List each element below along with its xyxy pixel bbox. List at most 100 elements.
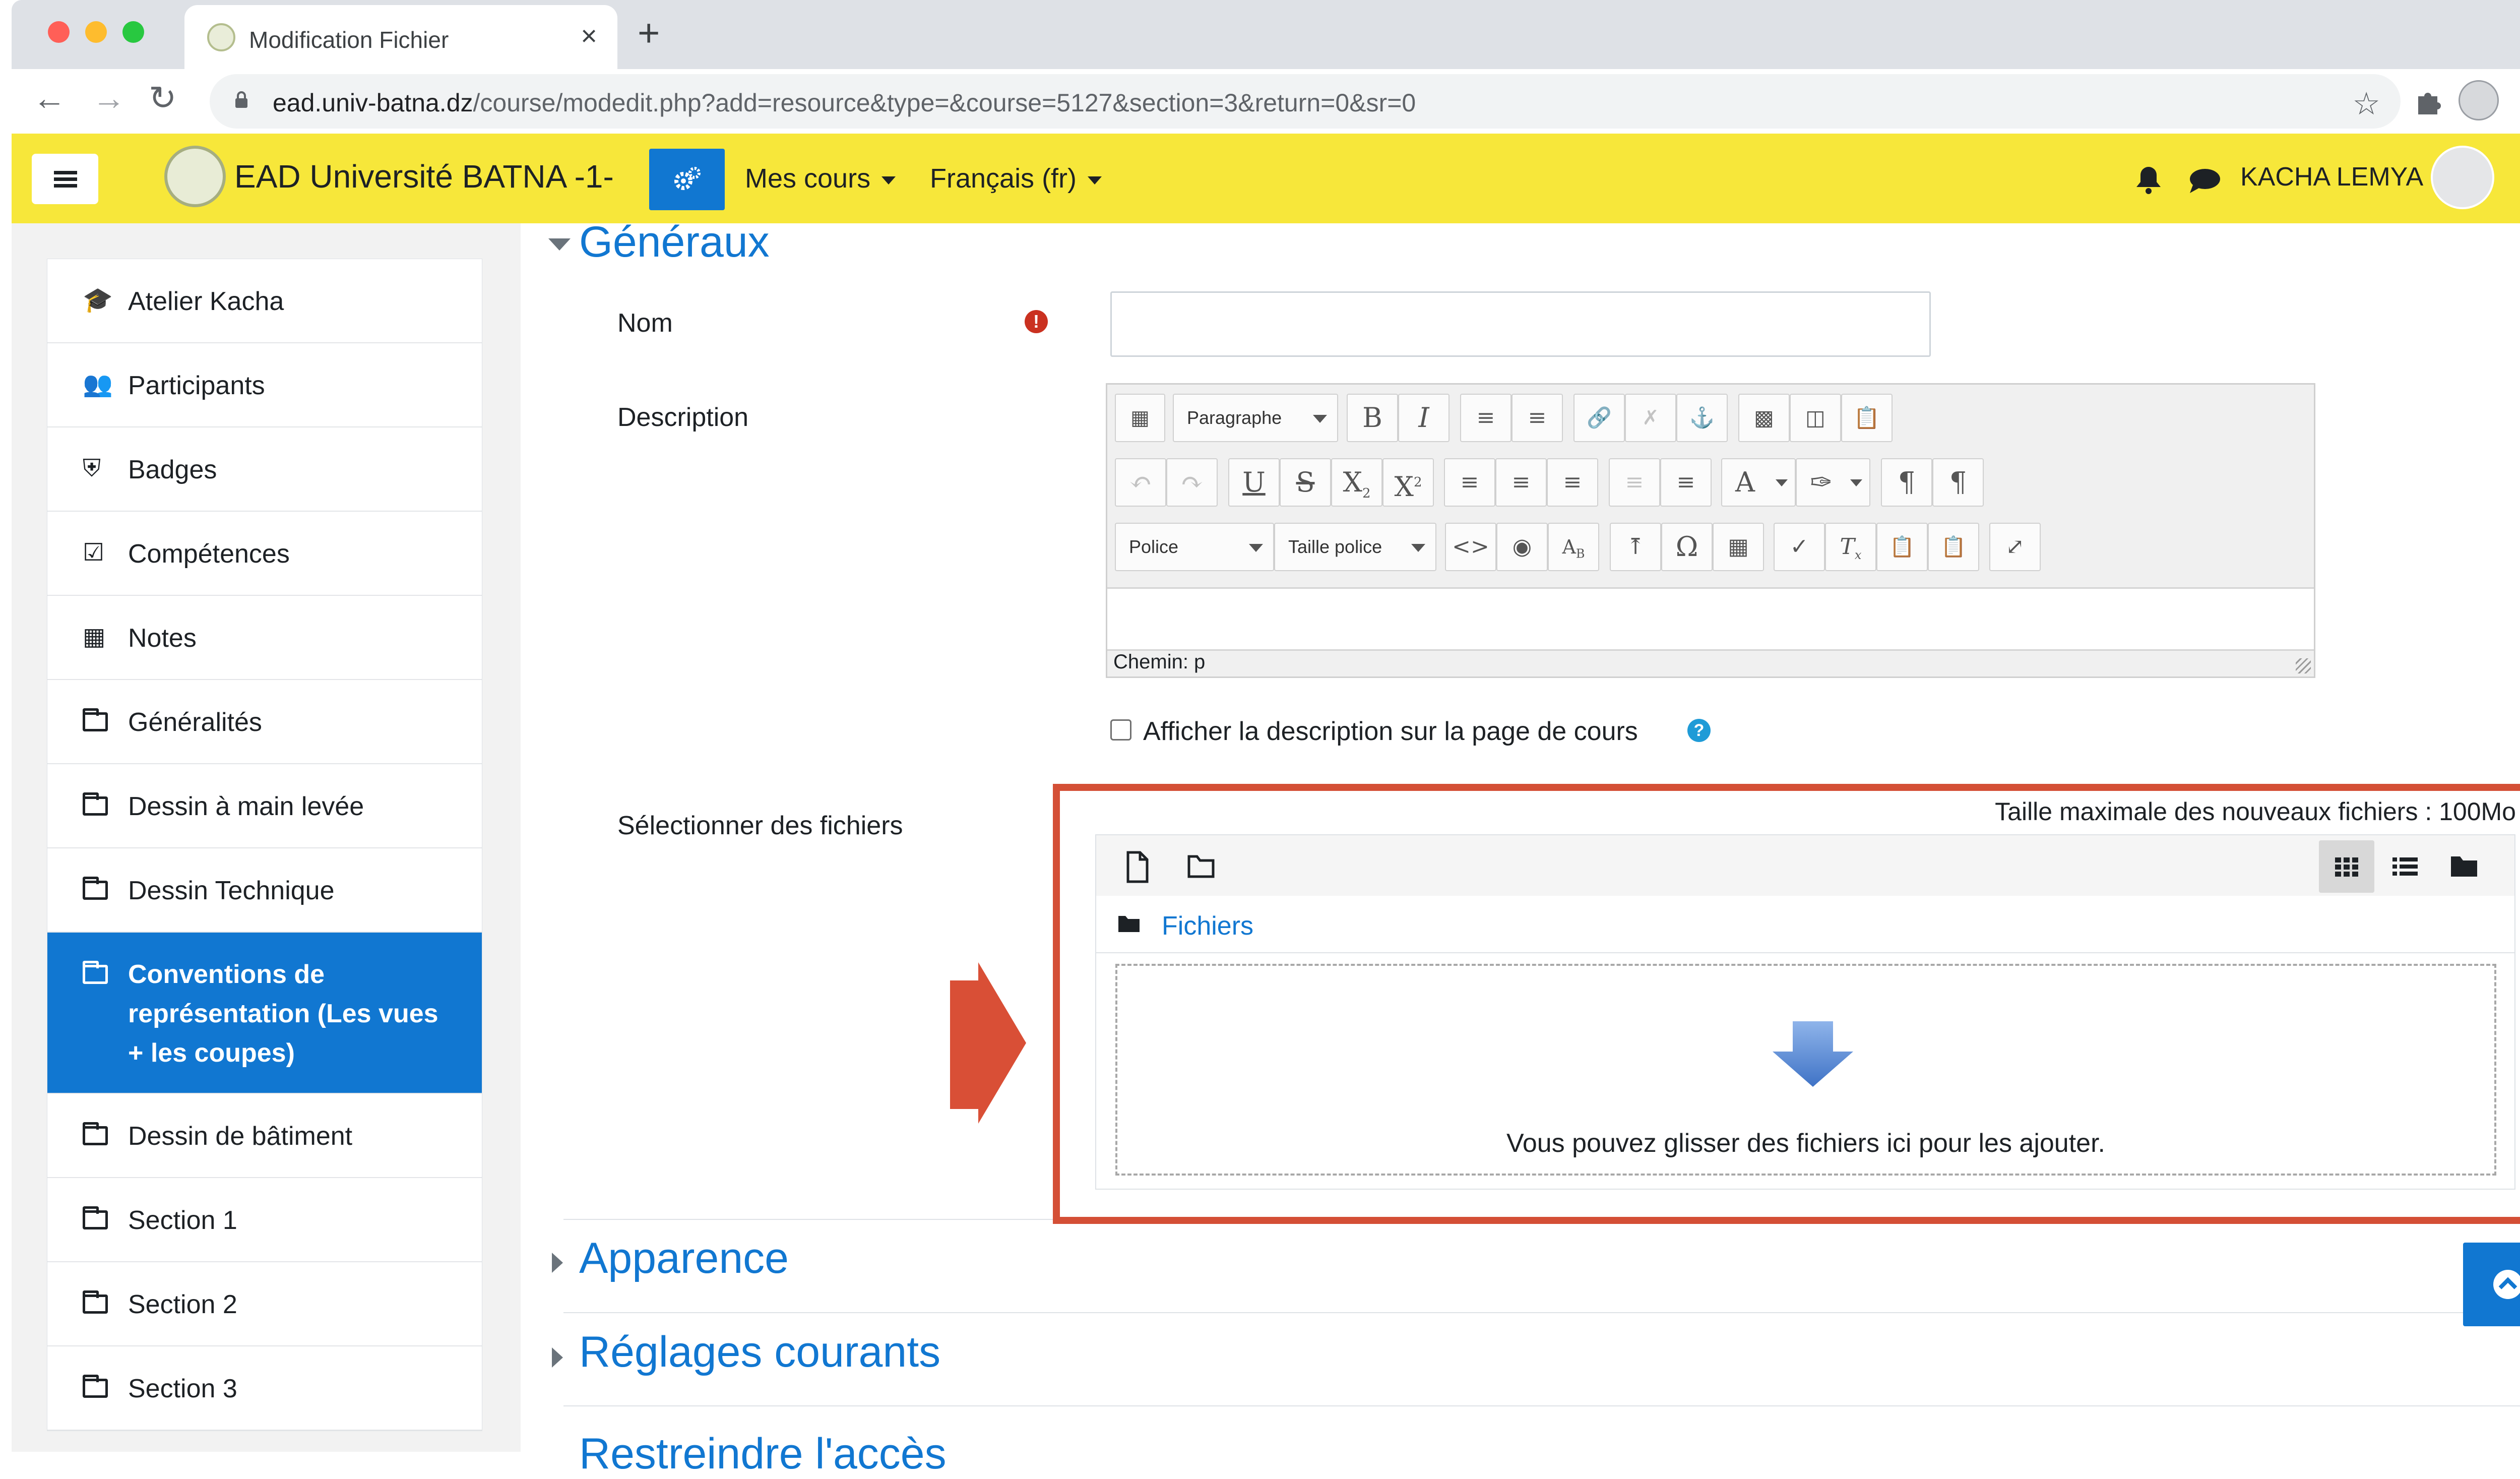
section-common-settings-header[interactable]: Réglages courants — [579, 1327, 940, 1377]
drawer-item-section[interactable]: Généralités — [47, 680, 482, 764]
underline-button[interactable]: U — [1228, 458, 1280, 507]
anchor-button[interactable]: ⚓ — [1676, 394, 1728, 442]
drawer-item-course[interactable]: 🎓 Atelier Kacha — [47, 259, 482, 343]
expand-caret-icon[interactable] — [552, 1347, 563, 1368]
link-button[interactable]: 🔗 — [1573, 394, 1625, 442]
drawer-item-section-active[interactable]: Conventions de représentation (Les vues … — [47, 933, 482, 1094]
view-list-button[interactable] — [2377, 840, 2433, 893]
unlink-button[interactable]: ✗ — [1625, 394, 1676, 442]
manage-files-button[interactable]: 📋 — [1841, 394, 1893, 442]
drawer-item-badges[interactable]: ⛨ Badges — [47, 427, 482, 512]
zoom-window-button[interactable] — [122, 21, 144, 43]
view-icons-button[interactable] — [2319, 840, 2374, 893]
fullscreen-button[interactable]: ⤢ — [1989, 523, 2041, 571]
file-drop-zone[interactable]: Vous pouvez glisser des fichiers ici pou… — [1115, 964, 2496, 1176]
collapse-caret-icon[interactable] — [548, 238, 571, 251]
paste-text-button[interactable]: 📋 — [1876, 523, 1928, 571]
special-character-button[interactable]: Ω — [1661, 523, 1713, 571]
paragraph-format-select[interactable]: Paragraphe — [1173, 394, 1338, 442]
new-tab-button[interactable]: + — [638, 14, 660, 52]
indent-button[interactable]: ≡ — [1660, 458, 1712, 507]
close-window-button[interactable] — [48, 21, 70, 43]
strikethrough-button[interactable]: S — [1280, 458, 1331, 507]
outdent-button[interactable]: ≡ — [1609, 458, 1660, 507]
drawer-item-participants[interactable]: 👥 Participants — [47, 343, 482, 427]
browser-tab[interactable]: Modification Fichier × — [184, 5, 617, 69]
view-tree-button[interactable] — [2436, 840, 2491, 893]
create-folder-button[interactable] — [1173, 840, 1228, 893]
italic-button[interactable]: I — [1398, 394, 1450, 442]
bullet-list-button[interactable]: ≡ — [1460, 394, 1511, 442]
close-tab-icon[interactable]: × — [581, 19, 597, 52]
drawer-item-section[interactable]: Dessin à main levée — [47, 764, 482, 848]
editor-text-area[interactable] — [1107, 587, 2314, 651]
language-menu[interactable]: Français (fr) — [930, 163, 1102, 194]
drawer-item-grades[interactable]: ▦ Notes — [47, 596, 482, 680]
user-avatar[interactable] — [2431, 146, 2494, 209]
reload-icon[interactable]: ↻ — [149, 81, 176, 114]
site-name-link[interactable]: EAD Université BATNA -1- — [234, 158, 614, 195]
insert-button[interactable]: ⤒ — [1610, 523, 1661, 571]
minimize-window-button[interactable] — [85, 21, 107, 43]
align-right-button[interactable]: ≡ — [1547, 458, 1598, 507]
bold-button[interactable]: B — [1347, 394, 1398, 442]
user-name[interactable]: KACHA LEMYA — [2240, 162, 2423, 192]
background-color-button[interactable]: ✑ — [1796, 458, 1870, 507]
align-left-button[interactable]: ≡ — [1444, 458, 1495, 507]
drawer-toggle-button[interactable] — [32, 154, 98, 204]
paste-word-button[interactable]: 📋 — [1928, 523, 1979, 571]
rtl-button[interactable]: ¶ — [1932, 458, 1984, 507]
bookmark-star-icon[interactable]: ☆ — [2352, 85, 2380, 122]
font-family-select[interactable]: Police — [1115, 523, 1274, 571]
drawer-item-competencies[interactable]: ☑ Compétences — [47, 512, 482, 596]
text-color-button[interactable]: A — [1721, 458, 1796, 507]
files-folder-link[interactable]: Fichiers — [1162, 911, 1253, 941]
expand-caret-icon[interactable] — [552, 1253, 563, 1273]
drawer-item-section[interactable]: Dessin Technique — [47, 848, 482, 933]
undo-button[interactable]: ↶ — [1115, 458, 1166, 507]
name-input[interactable] — [1110, 291, 1931, 357]
my-courses-menu[interactable]: Mes cours — [745, 163, 896, 194]
ltr-button[interactable]: ¶ — [1881, 458, 1932, 507]
spellcheck-button[interactable]: AB — [1548, 523, 1599, 571]
toolbar-toggle-button[interactable]: ▦ — [1115, 394, 1165, 442]
section-restrict-access-header[interactable]: Restreindre l'accès — [579, 1429, 947, 1479]
show-description-checkbox[interactable] — [1110, 719, 1131, 741]
redo-button[interactable]: ↷ — [1166, 458, 1218, 507]
help-icon[interactable]: ? — [1687, 719, 1711, 742]
section-appearance-header[interactable]: Apparence — [579, 1234, 789, 1283]
table-button[interactable]: ▦ — [1713, 523, 1764, 571]
chat-bubble-icon[interactable] — [2189, 167, 2221, 194]
address-bar[interactable]: ead.univ-batna.dz/course/modedit.php?add… — [210, 74, 2401, 129]
forward-arrow-icon[interactable]: → — [92, 81, 125, 114]
superscript-button[interactable]: X2 — [1382, 458, 1434, 507]
add-file-button[interactable] — [1109, 840, 1164, 893]
insert-media-button[interactable]: ◫ — [1790, 394, 1841, 442]
font-size-select[interactable]: Taille police — [1274, 523, 1436, 571]
search-replace-button[interactable]: ◉ — [1496, 523, 1548, 571]
folder-icon — [83, 1375, 108, 1398]
clear-format-button[interactable]: Tx — [1825, 523, 1876, 571]
drawer-item-section[interactable]: Section 3 — [47, 1346, 482, 1431]
folder-solid-icon — [2451, 856, 2477, 877]
section-general-header[interactable]: Généraux — [579, 217, 770, 267]
arrow-up-icon — [2493, 1270, 2520, 1299]
editor-path: Chemin: p — [1113, 651, 1206, 673]
admin-gears-button[interactable] — [649, 149, 725, 210]
university-logo-icon[interactable] — [164, 146, 226, 207]
drawer-item-section[interactable]: Section 2 — [47, 1262, 482, 1346]
back-arrow-icon[interactable]: ← — [33, 81, 66, 114]
bell-icon[interactable] — [2134, 165, 2163, 195]
drawer-item-section[interactable]: Dessin de bâtiment — [47, 1094, 482, 1178]
subscript-button[interactable]: X2 — [1331, 458, 1382, 507]
numbered-list-button[interactable]: ≡ — [1511, 394, 1563, 442]
extensions-puzzle-icon[interactable] — [2413, 85, 2444, 116]
code-button[interactable]: <> — [1445, 523, 1496, 571]
back-to-top-button[interactable] — [2463, 1243, 2520, 1326]
clean-format-button[interactable]: ✓ — [1774, 523, 1825, 571]
insert-image-button[interactable]: ▩ — [1738, 394, 1790, 442]
browser-profile-avatar[interactable] — [2459, 80, 2499, 120]
drawer-item-section[interactable]: Section 1 — [47, 1178, 482, 1262]
align-center-button[interactable]: ≡ — [1495, 458, 1547, 507]
resize-handle-icon[interactable] — [2296, 658, 2311, 673]
